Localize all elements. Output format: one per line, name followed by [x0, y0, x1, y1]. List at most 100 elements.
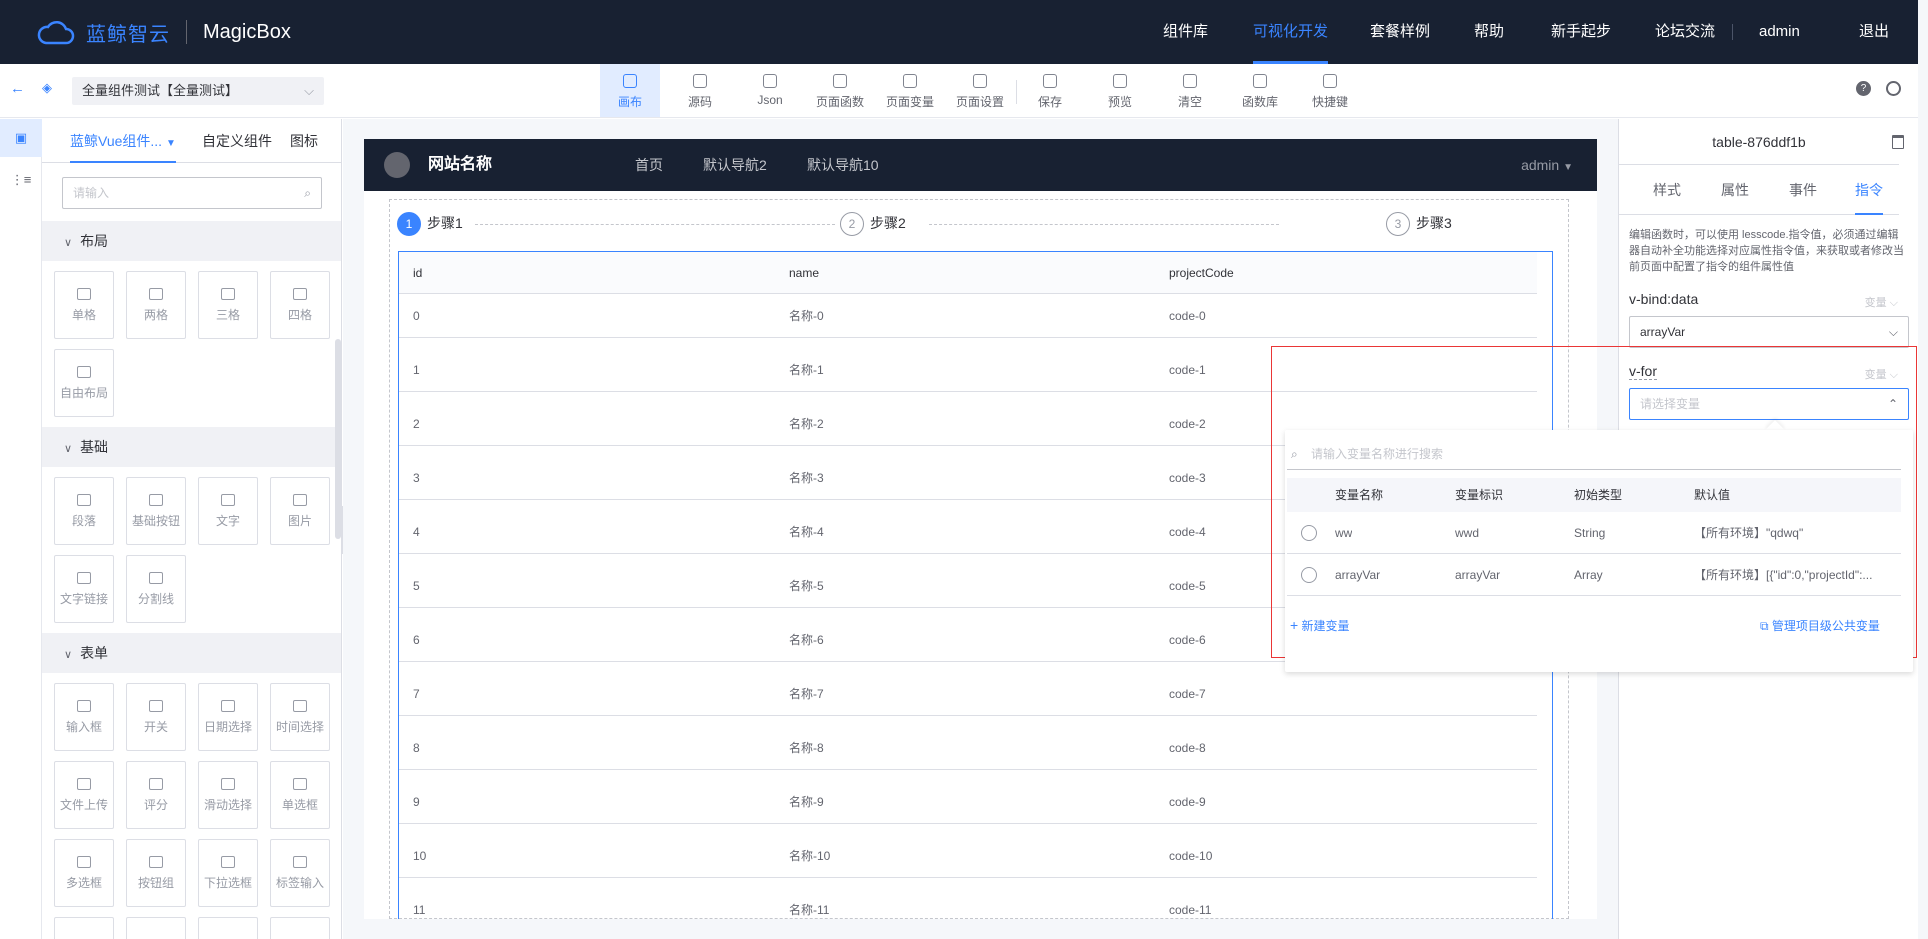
toolbar-canvas[interactable]: 画布: [600, 64, 660, 117]
product-name: MagicBox: [203, 20, 291, 43]
brand[interactable]: 蓝鲸智云 MagicBox: [36, 0, 291, 64]
toolbar-page-settings[interactable]: 页面设置: [950, 64, 1010, 117]
step-3[interactable]: 3 步骤3: [1386, 211, 1452, 236]
chevron-down-icon: ∨: [64, 649, 73, 661]
structure-tree-icon[interactable]: ⋮≡: [0, 161, 42, 199]
group-title: 表单: [80, 645, 109, 661]
comp-tag-input[interactable]: 标签输入: [270, 839, 330, 907]
comp-more[interactable]: [54, 917, 114, 939]
code-switch-icon[interactable]: ◈: [42, 80, 52, 96]
group-basic[interactable]: ∨ 基础: [42, 427, 341, 467]
nav-forum[interactable]: 论坛交流: [1655, 0, 1715, 64]
comp-input[interactable]: 输入框: [54, 683, 114, 751]
variable-row[interactable]: arrayVar arrayVar Array 【所有环境】[{"id":0,"…: [1287, 554, 1901, 596]
site-nav-2[interactable]: 默认导航2: [703, 139, 767, 191]
tab-bk-vue-components[interactable]: 蓝鲸Vue组件... ▼: [70, 119, 176, 163]
manage-public-variables-link[interactable]: ⧉ 管理项目级公共变量: [1760, 617, 1880, 634]
tab-icons[interactable]: 图标: [290, 119, 318, 163]
help-icon[interactable]: ?: [1856, 81, 1871, 96]
panel-scrollbar[interactable]: [335, 339, 341, 539]
comp-radio[interactable]: 单选框: [270, 761, 330, 829]
link-icon: [77, 572, 91, 584]
comp-rate[interactable]: 评分: [126, 761, 186, 829]
group-form[interactable]: ∨ 表单: [42, 633, 341, 673]
nav-visual-dev[interactable]: 可视化开发: [1253, 0, 1329, 64]
comp-label: 四格: [287, 308, 312, 322]
toolbar-shortcuts[interactable]: 快捷键: [1300, 64, 1360, 117]
comp-more[interactable]: [198, 917, 258, 939]
toolbar-json[interactable]: Json: [740, 64, 800, 117]
toolbar-page-functions[interactable]: 页面函数: [810, 64, 870, 117]
comp-paragraph[interactable]: 段落: [54, 477, 114, 545]
nav-help[interactable]: 帮助: [1474, 0, 1504, 64]
comp-time-picker[interactable]: 时间选择: [270, 683, 330, 751]
nav-getting-started[interactable]: 新手起步: [1551, 0, 1611, 64]
step-1[interactable]: 1 步骤1: [397, 211, 463, 236]
table-row: 7 名称-7 code-7: [399, 672, 1537, 716]
comp-four-col[interactable]: 四格: [270, 271, 330, 339]
comp-three-col[interactable]: 三格: [198, 271, 258, 339]
step-label: 步骤3: [1416, 215, 1452, 231]
tab-style[interactable]: 样式: [1653, 165, 1681, 215]
new-variable-button[interactable]: + 新建变量: [1290, 617, 1350, 634]
nav-component-library[interactable]: 组件库: [1163, 0, 1208, 64]
button-group-icon: [149, 856, 163, 868]
search-icon: ⌕: [304, 186, 311, 200]
variable-search-input[interactable]: ⌕ 请输入变量名称进行搜索: [1287, 438, 1901, 470]
toolbar-function-library[interactable]: 函数库: [1230, 64, 1290, 117]
page-scrollbar[interactable]: [1918, 0, 1928, 939]
tab-directives[interactable]: 指令: [1855, 165, 1883, 215]
nav-samples[interactable]: 套餐样例: [1370, 0, 1430, 64]
cell-code: code-10: [1169, 849, 1213, 863]
toolbar-source[interactable]: 源码: [670, 64, 730, 117]
site-nav-home[interactable]: 首页: [635, 139, 663, 191]
cell-code: code-2: [1169, 417, 1206, 431]
comp-checkbox[interactable]: 多选框: [54, 839, 114, 907]
comp-slider[interactable]: 滑动选择: [198, 761, 258, 829]
tab-events[interactable]: 事件: [1789, 165, 1817, 215]
site-nav-10[interactable]: 默认导航10: [807, 139, 879, 191]
comp-divider[interactable]: 分割线: [126, 555, 186, 623]
back-arrow-icon[interactable]: ←: [10, 80, 25, 97]
comp-select[interactable]: 下拉选框: [198, 839, 258, 907]
trash-icon[interactable]: [1892, 135, 1904, 149]
radio-button[interactable]: [1301, 567, 1317, 583]
comp-more[interactable]: [126, 917, 186, 939]
tab-props[interactable]: 属性: [1721, 165, 1749, 215]
comp-text-link[interactable]: 文字链接: [54, 555, 114, 623]
property-tabs: 样式 属性 事件 指令: [1619, 165, 1899, 215]
comp-upload[interactable]: 文件上传: [54, 761, 114, 829]
component-search-input[interactable]: 请输入 ⌕: [62, 177, 322, 209]
vbind-type-hint[interactable]: 变量 ⌵: [1865, 294, 1898, 310]
comp-free-layout[interactable]: 自由布局: [54, 349, 114, 417]
tab-custom-components[interactable]: 自定义组件: [202, 119, 272, 163]
group-layout[interactable]: ∨ 布局: [42, 221, 341, 261]
comp-two-col[interactable]: 两格: [126, 271, 186, 339]
site-user[interactable]: admin ▼: [1521, 139, 1573, 194]
nav-user[interactable]: admin: [1759, 0, 1800, 64]
comp-text[interactable]: 文字: [198, 477, 258, 545]
component-panel-icon[interactable]: ▣: [0, 119, 42, 157]
comp-image[interactable]: 图片: [270, 477, 330, 545]
toolbar-preview[interactable]: 预览: [1090, 64, 1150, 117]
variable-row[interactable]: ww wwd String 【所有环境】"qdwq": [1287, 512, 1901, 554]
comp-switch[interactable]: 开关: [126, 683, 186, 751]
button-icon: [149, 494, 163, 506]
comp-more[interactable]: [270, 917, 330, 939]
comp-button-group[interactable]: 按钮组: [126, 839, 186, 907]
comp-single-col[interactable]: 单格: [54, 271, 114, 339]
nav-logout[interactable]: 退出: [1859, 0, 1889, 64]
toolbar-page-variables[interactable]: 页面变量: [880, 64, 940, 117]
toolbar-save[interactable]: 保存: [1020, 64, 1080, 117]
cell-code: code-6: [1169, 633, 1206, 647]
comp-date-picker[interactable]: 日期选择: [198, 683, 258, 751]
cell-name: 名称-2: [789, 417, 824, 431]
vbind-data-select[interactable]: arrayVar ⌵: [1629, 316, 1909, 348]
column-header: id: [413, 266, 423, 280]
toolbar-clear[interactable]: 清空: [1160, 64, 1220, 117]
comp-button[interactable]: 基础按钮: [126, 477, 186, 545]
step-2[interactable]: 2 步骤2: [840, 211, 906, 236]
project-select[interactable]: 全量组件测试【全量测试】 ⌵: [72, 77, 324, 105]
radio-button[interactable]: [1301, 525, 1317, 541]
github-icon[interactable]: [1886, 81, 1901, 96]
